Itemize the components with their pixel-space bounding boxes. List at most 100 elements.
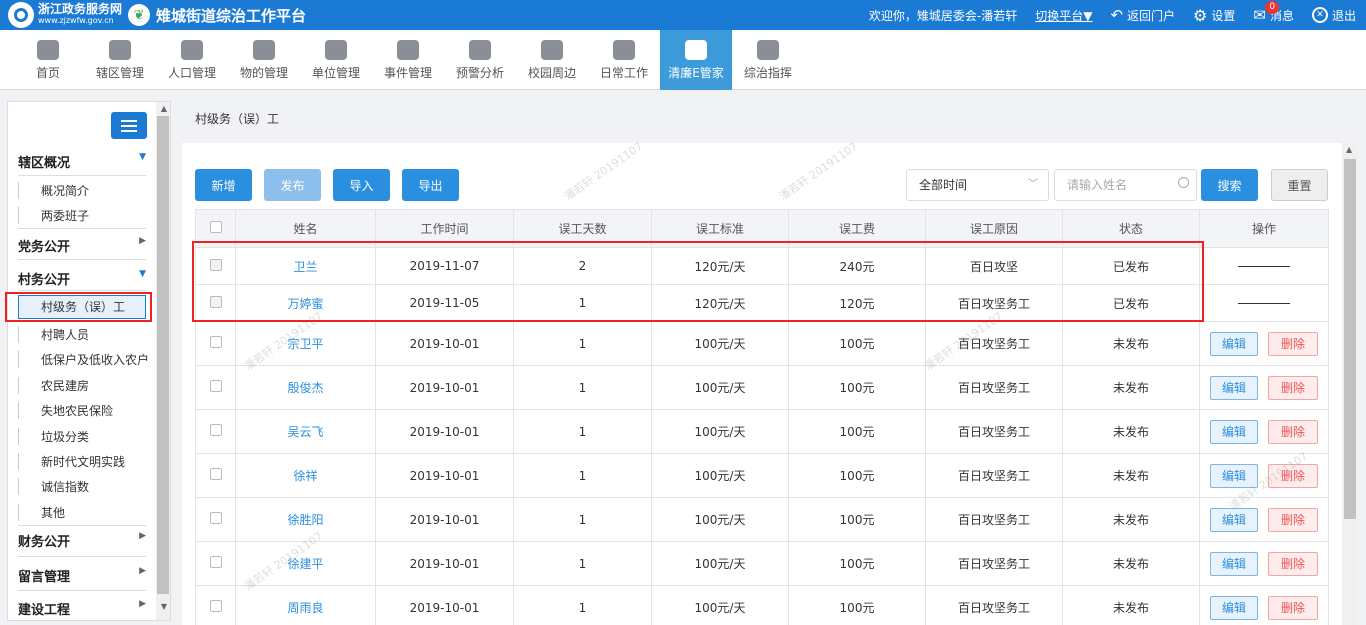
caret-down-icon: ▼ <box>139 269 146 279</box>
fee-cell: 100元 <box>788 497 926 542</box>
edit-button[interactable]: 编辑 <box>1210 375 1258 400</box>
site-logo[interactable]: 浙江政务服务网 www.zjzwfw.gov.cn ❦ 雉城街道综治工作平台 <box>8 2 306 28</box>
nav-population[interactable]: 人口管理 <box>156 30 228 90</box>
switch-platform-link[interactable]: 切换平台▼ <box>1035 7 1092 24</box>
date-cell: 2019-10-01 <box>375 321 514 366</box>
name-link[interactable]: 殷俊杰 <box>287 381 323 395</box>
edit-button[interactable]: 编辑 <box>1210 331 1258 356</box>
sidebar-item-committee[interactable]: 两委班子 <box>18 207 146 224</box>
sidebar-section-overview[interactable]: 辖区概况 ▼ <box>18 152 146 171</box>
scroll-up-icon[interactable]: ▲ <box>1346 145 1352 154</box>
settings-link[interactable]: ⚙ 设置 <box>1193 6 1235 25</box>
search-button[interactable]: 搜索 <box>1201 169 1258 201</box>
export-button[interactable]: 导出 <box>402 169 459 201</box>
messages-link[interactable]: ✉ 0 消息 <box>1253 1 1294 24</box>
book-icon <box>397 40 419 60</box>
row-check-cell <box>195 585 236 625</box>
row-checkbox[interactable] <box>209 424 222 436</box>
delete-button[interactable]: 删除 <box>1268 463 1318 488</box>
nav-campus[interactable]: 校园周边 <box>516 30 588 90</box>
nav-events[interactable]: 事件管理 <box>372 30 444 90</box>
caret-right-icon: ▶ <box>139 531 146 541</box>
time-select[interactable]: 全部时间 ﹀ <box>906 169 1049 201</box>
name-link[interactable]: 周雨良 <box>287 601 323 615</box>
sidebar-item-civilization[interactable]: 新时代文明实践 <box>18 453 146 470</box>
reset-button[interactable]: 重置 <box>1271 169 1328 201</box>
section-label: 建设工程 <box>18 603 71 618</box>
status-cell: 已发布 <box>1062 284 1200 322</box>
edit-button[interactable]: 编辑 <box>1210 551 1258 576</box>
logout-link[interactable]: ✕ 退出 <box>1311 7 1356 24</box>
sidebar-section-party[interactable]: 党务公开 ▶ <box>18 236 146 255</box>
delete-button[interactable]: 删除 <box>1268 419 1318 444</box>
welcome-text: 欢迎你，雉城居委会-潘若轩 <box>868 8 1018 23</box>
name-link[interactable]: 徐胜阳 <box>287 513 323 527</box>
nav-home[interactable]: 首页 <box>12 30 84 90</box>
date-cell: 2019-11-07 <box>375 247 514 285</box>
sidebar-item-insurance[interactable]: 失地农民保险 <box>18 402 146 419</box>
section-label: 辖区概况 <box>18 156 71 171</box>
sidebar-item-garbage[interactable]: 垃圾分类 <box>18 428 146 445</box>
sidebar-item-other[interactable]: 其他 <box>18 504 146 521</box>
nav-daily[interactable]: 日常工作 <box>588 30 660 90</box>
select-all-cell[interactable] <box>195 209 236 248</box>
edit-button[interactable]: 编辑 <box>1210 507 1258 532</box>
name-link[interactable]: 徐祥 <box>293 469 317 483</box>
sidebar-item-credit[interactable]: 诚信指数 <box>18 478 146 495</box>
main-scrollbar[interactable]: ▲ <box>1342 143 1358 625</box>
edit-button[interactable]: 编辑 <box>1210 595 1258 620</box>
sidebar-item-low-income[interactable]: 低保户及低收入农户 <box>18 351 149 368</box>
import-button[interactable]: 导入 <box>333 169 390 201</box>
sidebar-item-housing[interactable]: 农民建房 <box>18 377 146 394</box>
days-cell: 1 <box>513 541 652 586</box>
select-all-checkbox[interactable] <box>209 221 222 233</box>
rate-cell: 100元/天 <box>651 409 789 454</box>
sidebar-section-finance[interactable]: 财务公开 ▶ <box>18 531 146 550</box>
row-checkbox[interactable] <box>209 600 222 612</box>
name-link[interactable]: 万婷蜜 <box>287 297 323 311</box>
edit-button[interactable]: 编辑 <box>1210 463 1258 488</box>
back-portal-link[interactable]: ↶ 返回门户 <box>1110 6 1175 24</box>
sidebar-section-village[interactable]: 村务公开 ▼ <box>18 269 146 288</box>
delete-button[interactable]: 删除 <box>1268 375 1318 400</box>
nav-district[interactable]: 辖区管理 <box>84 30 156 90</box>
sidebar-scroll-thumb[interactable] <box>157 116 169 594</box>
row-checkbox[interactable] <box>209 258 222 271</box>
delete-button[interactable]: 删除 <box>1268 551 1318 576</box>
sidebar-section-messages[interactable]: 留言管理 ▶ <box>18 566 146 585</box>
reason-cell: 百日攻坚务工 <box>925 453 1063 498</box>
row-checkbox[interactable] <box>209 556 222 568</box>
edit-button[interactable]: 编辑 <box>1210 419 1258 444</box>
sidebar-item-overview-intro[interactable]: 概况简介 <box>18 182 146 199</box>
row-checkbox[interactable] <box>209 468 222 480</box>
sidebar-item-hired[interactable]: 村聘人员 <box>18 326 146 343</box>
name-link[interactable]: 徐建平 <box>287 557 323 571</box>
sidebar-scrollbar[interactable]: ▲ ▼ <box>156 102 170 620</box>
menu-toggle-button[interactable] <box>111 112 147 139</box>
row-checkbox[interactable] <box>209 295 222 308</box>
row-checkbox[interactable] <box>209 380 222 392</box>
scroll-down-icon[interactable]: ▼ <box>161 602 167 611</box>
name-search-input[interactable] <box>1054 169 1197 201</box>
row-checkbox[interactable] <box>209 512 222 524</box>
publish-button[interactable]: 发布 <box>264 169 321 201</box>
watermark-name: 潘若轩 <box>561 173 597 204</box>
nav-units[interactable]: 单位管理 <box>300 30 372 90</box>
actions-cell: 编辑 删除 <box>1199 365 1329 410</box>
row-checkbox[interactable] <box>209 336 222 348</box>
delete-button[interactable]: 删除 <box>1268 331 1318 356</box>
sidebar-section-construction[interactable]: 建设工程 ▶ <box>18 599 146 618</box>
delete-button[interactable]: 删除 <box>1268 507 1318 532</box>
name-link[interactable]: 吴云飞 <box>287 425 323 439</box>
main-scroll-thumb[interactable] <box>1344 159 1356 519</box>
name-link[interactable]: 卫兰 <box>293 260 317 274</box>
name-link[interactable]: 宗卫平 <box>287 337 323 351</box>
scroll-up-icon[interactable]: ▲ <box>161 104 167 113</box>
nav-objects[interactable]: 物的管理 <box>228 30 300 90</box>
add-button[interactable]: 新增 <box>195 169 252 201</box>
nav-command[interactable]: 综治指挥 <box>732 30 804 90</box>
delete-button[interactable]: 删除 <box>1268 595 1318 620</box>
reason-cell: 百日攻坚务工 <box>925 321 1063 366</box>
nav-warning[interactable]: 预警分析 <box>444 30 516 90</box>
nav-qinglian[interactable]: 清廉E管家 <box>660 30 732 90</box>
